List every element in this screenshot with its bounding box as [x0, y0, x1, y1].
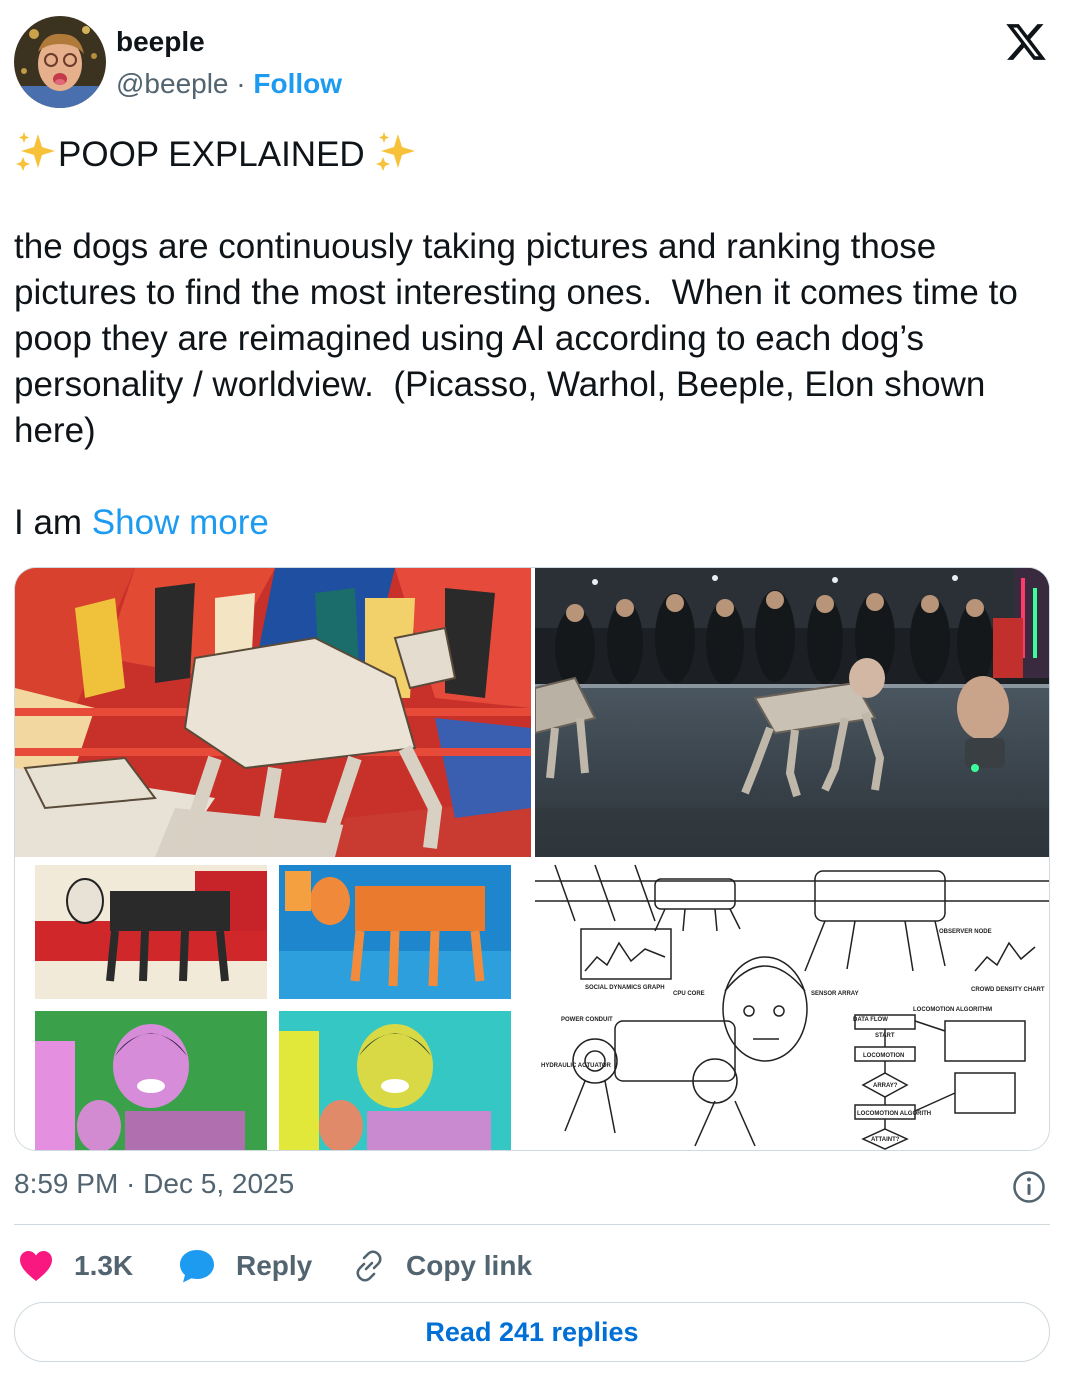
follow-button[interactable]: Follow [253, 68, 342, 99]
timestamp-time: 8:59 PM [14, 1168, 119, 1199]
media-image-popart[interactable] [15, 861, 531, 1150]
diagram-label-sensor: SENSOR ARRAY [811, 991, 859, 997]
read-replies-label: Read 241 replies [425, 1316, 639, 1347]
tweet-timestamp[interactable]: 8:59 PM · Dec 5, 2025 [14, 1168, 294, 1200]
diagram-label-loco-algo: LOCOMOTION ALGORITH [857, 1111, 931, 1117]
timestamp-separator: · [118, 1168, 144, 1199]
author-name[interactable]: beeple [116, 26, 205, 58]
like-count: 1.3K [74, 1250, 134, 1281]
robot-tech-diagram: SOCIAL DYNAMICS GRAPH CPU CORE SENSOR AR… [535, 861, 1049, 1150]
avatar[interactable] [14, 16, 106, 108]
tweet-text: POOP EXPLAINED the dogs are continuously… [14, 130, 1054, 546]
handle-separator: · [228, 68, 254, 99]
like-button[interactable]: 1.3K [18, 1244, 133, 1288]
media-image-photo[interactable] [535, 568, 1049, 857]
diagram-label-attain: ATTAINT? [871, 1137, 900, 1143]
sparkles-icon [16, 132, 55, 171]
popart-grid [15, 861, 531, 1150]
diagram-label-observer: OBSERVER NODE [939, 929, 992, 935]
info-icon[interactable] [1012, 1170, 1046, 1204]
tweet-headline-line: POOP EXPLAINED [14, 130, 1054, 178]
tweet-trailing-line: I am Show more [14, 500, 1054, 546]
diagram-label-array: ARRAY? [873, 1083, 898, 1089]
diagram-label-crowd: CROWD DENSITY CHART [971, 987, 1045, 993]
sparkles-icon [376, 132, 416, 171]
cubist-painting [15, 568, 531, 857]
diagram-label-data-flow: DATA FLOW [853, 1017, 888, 1023]
link-icon [356, 1250, 382, 1282]
tweet-paragraph: the dogs are continuously taking picture… [14, 227, 1028, 450]
diagram-label-social: SOCIAL DYNAMICS GRAPH [585, 985, 665, 991]
diagram-label-cpu: CPU CORE [673, 991, 705, 997]
media-image-diagram[interactable]: SOCIAL DYNAMICS GRAPH CPU CORE SENSOR AR… [535, 861, 1049, 1150]
diagram-label-loco: LOCOMOTION ALGORITHM [913, 1007, 992, 1013]
media-image-cubist[interactable] [15, 568, 531, 857]
author-handle-line: @beeple · Follow [116, 68, 342, 100]
diagram-label-power: POWER CONDUIT [561, 1017, 613, 1023]
robot-dog-photo [535, 568, 1049, 857]
diagram-label-start: START [875, 1033, 895, 1039]
timestamp-date: Dec 5, 2025 [143, 1168, 295, 1199]
diagram-label-hydraulic: HYDRAULIC ACTUATOR [541, 1063, 612, 1069]
x-logo-icon[interactable] [1004, 20, 1048, 64]
diagram-label-locomotion: LOCOMOTION [863, 1053, 904, 1059]
tweet-header: beeple @beeple · Follow [14, 16, 1054, 108]
divider [14, 1224, 1050, 1225]
read-replies-button[interactable]: Read 241 replies [14, 1302, 1050, 1362]
media-grid: SOCIAL DYNAMICS GRAPH CPU CORE SENSOR AR… [14, 567, 1050, 1151]
author-handle[interactable]: @beeple [116, 68, 229, 99]
reply-bubble-icon [180, 1250, 214, 1283]
show-more-link[interactable]: Show more [92, 503, 269, 542]
reply-label: Reply [236, 1250, 313, 1281]
tweet-trailing: I am [14, 503, 92, 542]
avatar-image [14, 16, 106, 108]
reply-button[interactable]: Reply [178, 1244, 312, 1288]
tweet-actions: 1.3K Reply Copy link [14, 1244, 1050, 1288]
copy-link-label: Copy link [406, 1250, 533, 1281]
copy-link-button[interactable]: Copy link [352, 1244, 532, 1288]
tweet-headline: POOP EXPLAINED [58, 135, 365, 174]
heart-icon [20, 1251, 52, 1281]
